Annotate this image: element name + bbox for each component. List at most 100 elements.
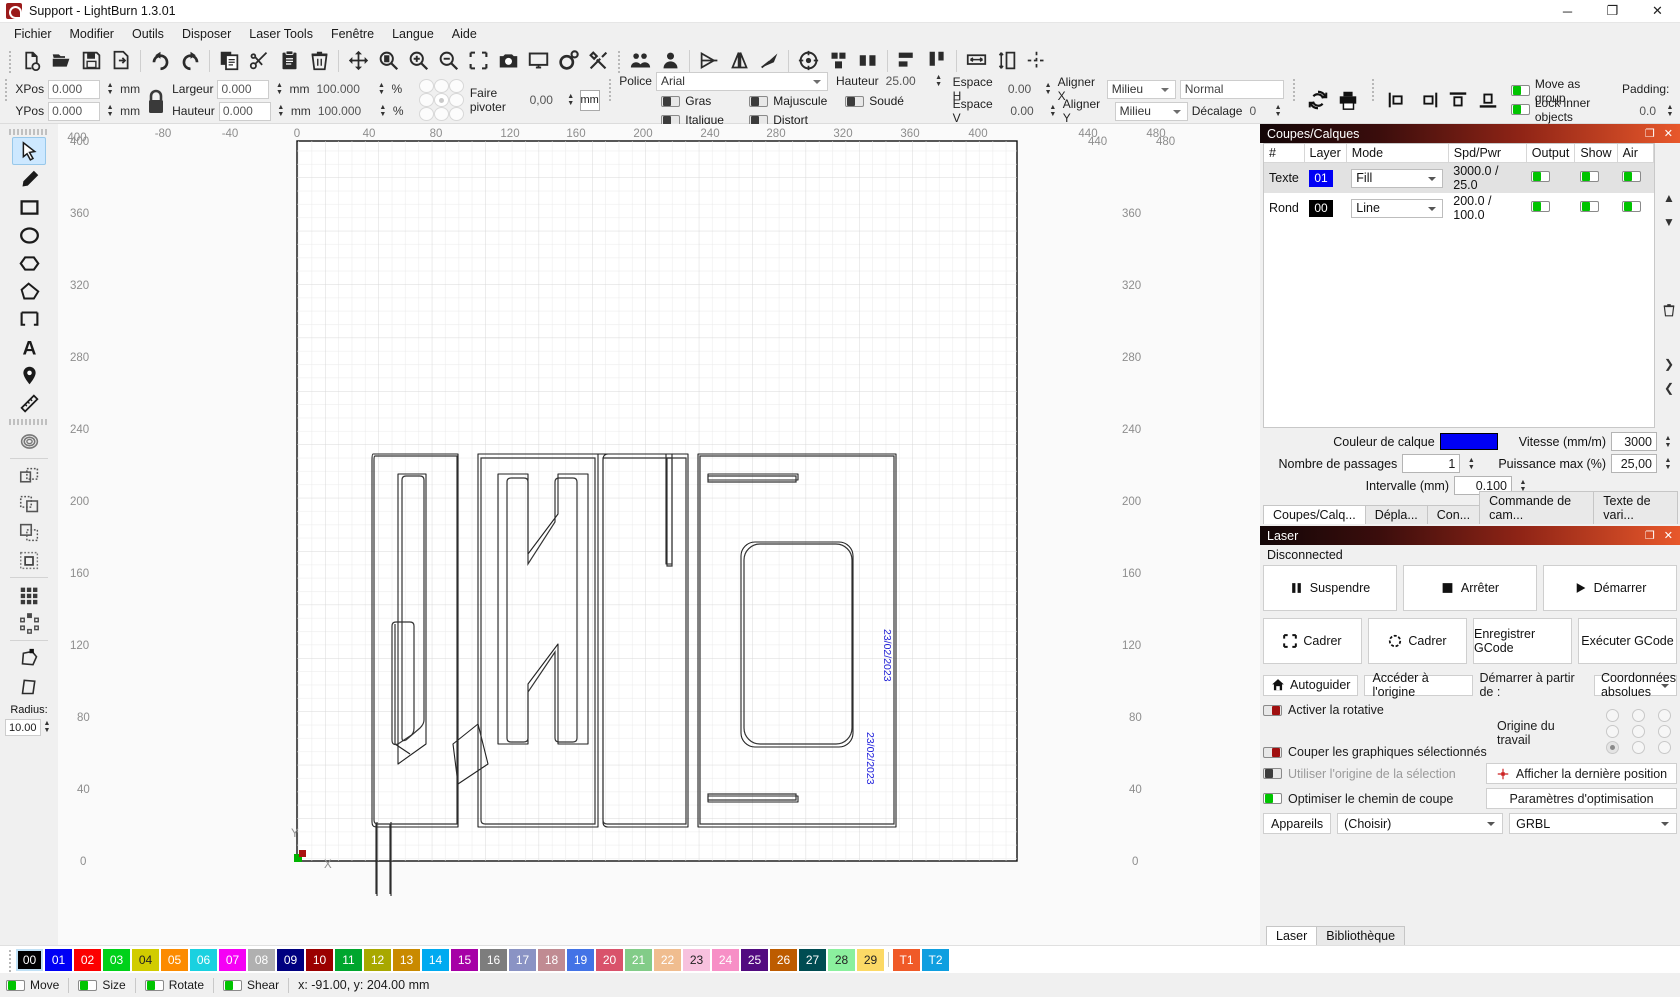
palette-swatch-11[interactable]: 11 bbox=[335, 949, 362, 971]
rotary-switch[interactable] bbox=[1263, 705, 1282, 716]
settings-gear-icon[interactable] bbox=[553, 46, 583, 75]
radius-input[interactable]: 10.00 bbox=[5, 719, 41, 736]
move-switch[interactable] bbox=[6, 980, 25, 991]
air-toggle[interactable] bbox=[1622, 201, 1641, 212]
palette-swatch-22[interactable]: 22 bbox=[654, 949, 681, 971]
move-layer-up-icon[interactable]: ▲ bbox=[1659, 188, 1679, 208]
tab-console[interactable]: Con... bbox=[1427, 505, 1480, 524]
bold-switch[interactable] bbox=[661, 96, 680, 107]
save-as-icon[interactable] bbox=[106, 46, 136, 75]
rotary-row[interactable]: Activer la rotative bbox=[1263, 703, 1497, 717]
palette-swatch-25[interactable]: 25 bbox=[741, 949, 768, 971]
align-tools-grip[interactable] bbox=[1370, 77, 1375, 101]
palette-swatch-06[interactable]: 06 bbox=[190, 949, 217, 971]
group-tools-grip[interactable] bbox=[1291, 77, 1296, 101]
palette-swatch-09[interactable]: 09 bbox=[277, 949, 304, 971]
palette-swatch-26[interactable]: 26 bbox=[770, 949, 797, 971]
start-button[interactable]: Démarrer bbox=[1543, 565, 1677, 611]
menu-disposer[interactable]: Disposer bbox=[173, 25, 240, 43]
power-input[interactable]: 25,00 bbox=[1611, 454, 1657, 473]
show-toggle[interactable] bbox=[1580, 201, 1599, 212]
anchor-mr[interactable] bbox=[449, 93, 464, 107]
rotate-spinner[interactable]: ▲▼ bbox=[566, 91, 576, 110]
save-file-icon[interactable] bbox=[76, 46, 106, 75]
bold-toggle[interactable]: Gras bbox=[661, 93, 745, 110]
palette-swatch-T2[interactable]: T2 bbox=[922, 949, 949, 971]
padding-input[interactable]: 0.0 bbox=[1622, 102, 1660, 121]
palette-swatch-17[interactable]: 17 bbox=[509, 949, 536, 971]
space-h-input[interactable]: 0.00 bbox=[1005, 80, 1039, 99]
origin-tc[interactable] bbox=[1632, 709, 1645, 722]
position-pin-tool[interactable] bbox=[12, 361, 46, 389]
show-last-position-button[interactable]: Afficher la dernière position bbox=[1486, 763, 1677, 784]
crosshair-icon[interactable] bbox=[1021, 46, 1051, 75]
pause-button[interactable]: Suspendre bbox=[1263, 565, 1397, 611]
menu-fenetre[interactable]: Fenêtre bbox=[322, 25, 383, 43]
offset-spinner[interactable]: ▲▼ bbox=[1272, 102, 1284, 121]
cut-selected-switch[interactable] bbox=[1263, 747, 1282, 758]
align-y-select[interactable]: Milieu bbox=[1115, 102, 1188, 121]
menu-langue[interactable]: Langue bbox=[383, 25, 443, 43]
node-edit-tool[interactable] bbox=[12, 644, 46, 672]
undo-icon[interactable] bbox=[145, 46, 175, 75]
origin-tr[interactable] bbox=[1658, 709, 1671, 722]
palette-swatch-18[interactable]: 18 bbox=[538, 949, 565, 971]
space-h-spinner[interactable]: ▲▼ bbox=[1042, 80, 1053, 99]
left-toolbar-grip-2[interactable] bbox=[9, 419, 49, 425]
palette-swatch-00[interactable]: 00 bbox=[16, 949, 43, 971]
height-spinner[interactable]: ▲▼ bbox=[275, 102, 287, 121]
minimize-button[interactable]: ─ bbox=[1545, 0, 1590, 23]
layer-color-chip[interactable]: 00 bbox=[1309, 200, 1333, 217]
rotate-toggle[interactable]: Rotate bbox=[145, 977, 204, 994]
move-as-group-switch[interactable] bbox=[1511, 85, 1530, 96]
delete-layer-icon[interactable] bbox=[1659, 300, 1679, 320]
origin-bc[interactable] bbox=[1632, 741, 1645, 754]
origin-bl[interactable] bbox=[1606, 741, 1619, 754]
layer-mode-select[interactable]: Line bbox=[1351, 199, 1443, 218]
padding-spinner[interactable]: ▲▼ bbox=[1664, 102, 1676, 121]
boolean-subtract-tool[interactable] bbox=[12, 490, 46, 518]
origin-mc[interactable] bbox=[1632, 725, 1645, 738]
tab-laser[interactable]: Laser bbox=[1266, 926, 1317, 945]
layer-mode-select[interactable]: Fill bbox=[1351, 169, 1443, 188]
anchor-br[interactable] bbox=[449, 107, 464, 121]
devices-button[interactable]: Appareils bbox=[1263, 813, 1331, 834]
space-v-spinner[interactable]: ▲▼ bbox=[1047, 102, 1059, 121]
align-right-edge-icon[interactable] bbox=[1413, 86, 1443, 115]
circular-array-tool[interactable] bbox=[12, 609, 46, 637]
font-height-input[interactable]: 25.00 bbox=[883, 72, 929, 91]
new-file-icon[interactable] bbox=[16, 46, 46, 75]
pan-move-icon[interactable] bbox=[343, 46, 373, 75]
select-tool[interactable] bbox=[12, 137, 46, 165]
palette-swatch-07[interactable]: 07 bbox=[219, 949, 246, 971]
zoom-fit-icon[interactable] bbox=[373, 46, 403, 75]
tab-commande-camera[interactable]: Commande de cam... bbox=[1479, 491, 1594, 524]
uppercase-switch[interactable] bbox=[749, 96, 768, 107]
layer-prev-icon[interactable]: ❮ bbox=[1659, 378, 1679, 398]
palette-swatch-T1[interactable]: T1 bbox=[893, 949, 920, 971]
palette-swatch-20[interactable]: 20 bbox=[596, 949, 623, 971]
left-toolbar-grip[interactable] bbox=[9, 129, 49, 135]
copy-icon[interactable] bbox=[214, 46, 244, 75]
palette-swatch-10[interactable]: 10 bbox=[306, 949, 333, 971]
height-percent-spinner[interactable]: ▲▼ bbox=[377, 102, 389, 121]
align-x-select[interactable]: Milieu bbox=[1107, 80, 1176, 99]
origin-ml[interactable] bbox=[1606, 725, 1619, 738]
redo-icon[interactable] bbox=[175, 46, 205, 75]
palette-swatch-19[interactable]: 19 bbox=[567, 949, 594, 971]
anchor-bl[interactable] bbox=[419, 107, 434, 121]
cut-icon[interactable] bbox=[244, 46, 274, 75]
boolean-xor-tool[interactable] bbox=[12, 546, 46, 574]
laser-restore-icon[interactable]: ❐ bbox=[1645, 529, 1655, 542]
delete-icon[interactable] bbox=[304, 46, 334, 75]
boolean-intersect-tool[interactable] bbox=[12, 518, 46, 546]
refresh-rotate-icon[interactable] bbox=[1303, 86, 1333, 115]
run-gcode-button[interactable]: Exécuter GCode bbox=[1578, 618, 1677, 664]
palette-swatch-23[interactable]: 23 bbox=[683, 949, 710, 971]
menu-laser-tools[interactable]: Laser Tools bbox=[240, 25, 322, 43]
maximize-button[interactable]: ❐ bbox=[1590, 0, 1635, 23]
speed-input[interactable]: 3000 bbox=[1611, 432, 1657, 451]
anchor-bc[interactable] bbox=[434, 107, 449, 121]
stop-button[interactable]: Arrêter bbox=[1403, 565, 1537, 611]
paste-icon[interactable] bbox=[274, 46, 304, 75]
